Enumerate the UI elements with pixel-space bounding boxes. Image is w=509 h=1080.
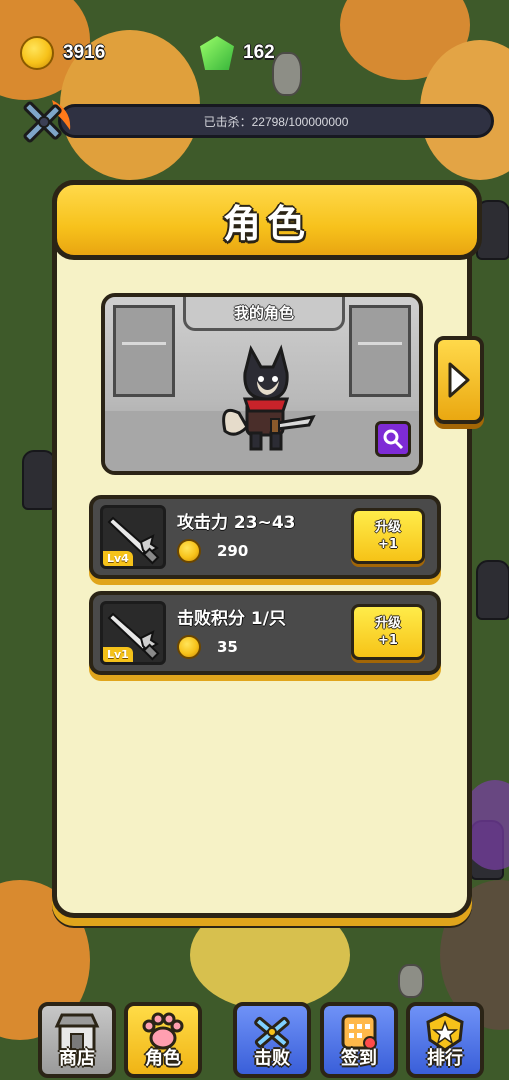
card-icon-frame: Lv1: [100, 601, 166, 665]
coin-counter: 3916: [20, 36, 105, 70]
upgrade-button[interactable]: 升级 +1: [351, 508, 425, 564]
nav-defeat[interactable]: 击败: [233, 1002, 311, 1078]
upgrade-card-attack: Lv4 攻击力 23~43 290 升级 +1: [89, 495, 441, 579]
upgrade-button-amount: +1: [378, 633, 398, 648]
card-level: Lv4: [103, 551, 133, 566]
nav-label: 排行: [427, 1048, 463, 1069]
nav-checkin[interactable]: 签到: [320, 1002, 398, 1078]
character-preview: 我的角色: [101, 293, 423, 475]
kill-progress-text: 已击杀：22798/100000000: [203, 114, 349, 129]
magnifier-icon: [383, 429, 404, 450]
nav-label: 击败: [254, 1048, 290, 1069]
coin-icon: [177, 539, 201, 563]
inspect-button[interactable]: [375, 421, 411, 457]
nav-label: 角色: [145, 1048, 181, 1069]
bottom-nav: 商店 角色 击败 签到 排行: [38, 998, 484, 1080]
card-cost: 290: [217, 542, 249, 560]
panel-header: 角色: [52, 180, 482, 260]
upgrade-button[interactable]: 升级 +1: [351, 604, 425, 660]
coin-amount: 3916: [63, 42, 106, 63]
arrow-right-icon: [448, 362, 470, 398]
wolf-character: [222, 344, 316, 451]
card-level: Lv1: [103, 647, 133, 662]
card-title: 击败积分 1/只: [177, 609, 286, 629]
coin-icon: [20, 36, 54, 70]
stone: [398, 964, 424, 998]
stone: [272, 52, 302, 96]
nav-label: 签到: [341, 1048, 377, 1069]
coin-icon: [177, 635, 201, 659]
background-window: [349, 305, 411, 397]
panel-title: 角色: [222, 201, 311, 246]
nav-character[interactable]: 角色: [124, 1002, 202, 1078]
gem-counter: 162: [200, 36, 275, 70]
character-panel: 角色 我的角色 Lv4 攻击力 23~43 290 升级 +1 Lv1 击败积分…: [52, 180, 482, 918]
card-title: 攻击力 23~43: [177, 513, 296, 533]
upgrade-button-label: 升级: [374, 616, 401, 631]
upgrade-button-label: 升级: [374, 520, 401, 535]
enemy-sprite: [22, 450, 56, 510]
kill-progress-bar: 已击杀：22798/100000000: [58, 104, 494, 138]
character-label: 我的角色: [233, 304, 294, 322]
card-cost: 35: [217, 638, 238, 656]
gem-icon: [200, 36, 234, 70]
upgrade-button-amount: +1: [378, 537, 398, 552]
crossed-swords-icon: [23, 100, 71, 143]
nav-label: 商店: [59, 1048, 95, 1069]
upgrade-card-kill-points: Lv1 击败积分 1/只 35 升级 +1: [89, 591, 441, 675]
background-window: [113, 305, 175, 397]
enemy-sprite: [476, 560, 509, 620]
nav-shop[interactable]: 商店: [38, 1002, 116, 1078]
gem-amount: 162: [243, 42, 275, 63]
character-label-plate: 我的角色: [183, 297, 345, 331]
next-character-button[interactable]: [434, 336, 484, 424]
nav-ranking[interactable]: 排行: [406, 1002, 484, 1078]
card-icon-frame: Lv4: [100, 505, 166, 569]
